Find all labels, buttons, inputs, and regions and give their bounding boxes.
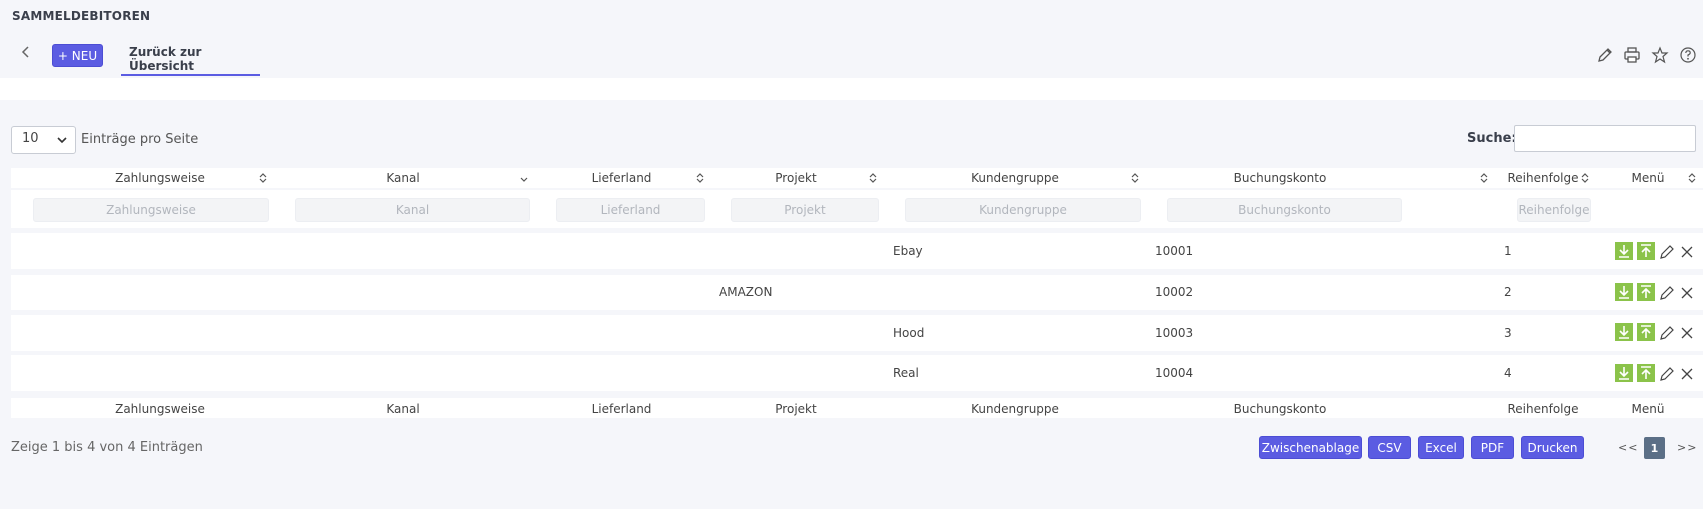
excel-button[interactable]: Excel bbox=[1418, 436, 1464, 459]
back-arrow-icon[interactable] bbox=[18, 44, 34, 60]
col-footer-kundengruppe: Kundengruppe bbox=[971, 402, 1059, 416]
col-header-reihenfolge[interactable]: Reihenfolge bbox=[1498, 171, 1588, 185]
delete-icon[interactable] bbox=[1679, 325, 1695, 341]
move-down-icon[interactable] bbox=[1615, 364, 1633, 382]
help-icon[interactable] bbox=[1679, 46, 1697, 64]
table-row bbox=[11, 315, 1703, 351]
table-row bbox=[11, 355, 1703, 391]
cell-kundengruppe: Ebay bbox=[893, 244, 923, 258]
sort-desc-icon[interactable] bbox=[519, 172, 529, 184]
filter-buchungskonto[interactable]: Buchungskonto bbox=[1167, 198, 1402, 222]
col-footer-kanal: Kanal bbox=[386, 402, 420, 416]
move-down-icon[interactable] bbox=[1615, 242, 1633, 260]
table-info: Zeige 1 bis 4 von 4 Einträgen bbox=[11, 440, 203, 455]
cell-reihenfolge: 2 bbox=[1504, 285, 1512, 299]
col-header-projekt[interactable]: Projekt bbox=[722, 171, 870, 185]
delete-icon[interactable] bbox=[1679, 366, 1695, 382]
filter-projekt[interactable]: Projekt bbox=[731, 198, 879, 222]
col-header-lieferland[interactable]: Lieferland bbox=[549, 171, 694, 185]
sort-icon[interactable] bbox=[695, 172, 705, 184]
sort-icon[interactable] bbox=[1130, 172, 1140, 184]
move-up-icon[interactable] bbox=[1637, 364, 1655, 382]
print-icon[interactable] bbox=[1623, 46, 1641, 64]
print-button[interactable]: Drucken bbox=[1521, 436, 1584, 459]
sort-icon[interactable] bbox=[1580, 172, 1590, 184]
page-length-select[interactable]: 10 bbox=[11, 126, 76, 154]
col-footer-zahlungsweise: Zahlungsweise bbox=[115, 402, 205, 416]
table-row bbox=[11, 233, 1703, 269]
page-length-value: 10 bbox=[22, 131, 39, 146]
cell-kundengruppe: Hood bbox=[893, 326, 925, 340]
page-title: SAMMELDEBITOREN bbox=[12, 9, 151, 23]
filter-zahlungsweise[interactable]: Zahlungsweise bbox=[33, 198, 269, 222]
cell-reihenfolge: 4 bbox=[1504, 366, 1512, 380]
cell-buchungskonto: 10003 bbox=[1155, 326, 1194, 340]
cell-kundengruppe: Real bbox=[893, 366, 919, 380]
cell-reihenfolge: 1 bbox=[1504, 244, 1512, 258]
tab-back-to-overview[interactable]: Zurück zur Übersicht bbox=[121, 35, 260, 76]
col-footer-reihenfolge: Reihenfolge bbox=[1507, 402, 1579, 416]
header-band bbox=[0, 78, 1703, 100]
move-up-icon[interactable] bbox=[1637, 323, 1655, 341]
cell-buchungskonto: 10001 bbox=[1155, 244, 1194, 258]
edit-icon[interactable] bbox=[1596, 46, 1614, 64]
col-footer-buchungskonto: Buchungskonto bbox=[1233, 402, 1327, 416]
pdf-button[interactable]: PDF bbox=[1471, 436, 1514, 459]
edit-icon[interactable] bbox=[1659, 285, 1675, 301]
filter-kanal[interactable]: Kanal bbox=[295, 198, 530, 222]
sort-icon[interactable] bbox=[258, 172, 268, 184]
col-footer-lieferland: Lieferland bbox=[591, 402, 652, 416]
table-row bbox=[11, 275, 1703, 310]
filter-kundengruppe[interactable]: Kundengruppe bbox=[905, 198, 1141, 222]
col-header-menu[interactable]: Menü bbox=[1613, 171, 1683, 185]
filter-lieferland[interactable]: Lieferland bbox=[556, 198, 705, 222]
move-up-icon[interactable] bbox=[1637, 242, 1655, 260]
delete-icon[interactable] bbox=[1679, 285, 1695, 301]
move-down-icon[interactable] bbox=[1615, 323, 1633, 341]
col-header-kanal[interactable]: Kanal bbox=[283, 171, 523, 185]
col-footer-projekt: Projekt bbox=[775, 402, 817, 416]
col-header-buchungskonto[interactable]: Buchungskonto bbox=[1160, 171, 1400, 185]
page-length-label: Einträge pro Seite bbox=[81, 132, 199, 147]
search-label: Suche: bbox=[1467, 131, 1517, 146]
sort-icon[interactable] bbox=[868, 172, 878, 184]
col-header-kundengruppe[interactable]: Kundengruppe bbox=[895, 171, 1135, 185]
pagination-first[interactable]: << bbox=[1618, 441, 1638, 454]
csv-button[interactable]: CSV bbox=[1368, 436, 1411, 459]
edit-icon[interactable] bbox=[1659, 325, 1675, 341]
star-icon[interactable] bbox=[1651, 46, 1669, 64]
new-button[interactable]: + NEU bbox=[52, 44, 103, 67]
pagination-last[interactable]: >> bbox=[1677, 441, 1697, 454]
cell-projekt: AMAZON bbox=[719, 285, 773, 299]
filter-reihenfolge[interactable]: Reihenfolge bbox=[1517, 198, 1591, 222]
sort-icon[interactable] bbox=[1687, 172, 1697, 184]
delete-icon[interactable] bbox=[1679, 244, 1695, 260]
edit-icon[interactable] bbox=[1659, 244, 1675, 260]
sort-icon[interactable] bbox=[1479, 172, 1489, 184]
cell-buchungskonto: 10002 bbox=[1155, 285, 1194, 299]
pagination-page-1[interactable]: 1 bbox=[1644, 437, 1665, 459]
col-footer-menu: Menü bbox=[1631, 402, 1665, 416]
move-up-icon[interactable] bbox=[1637, 283, 1655, 301]
edit-icon[interactable] bbox=[1659, 366, 1675, 382]
cell-buchungskonto: 10004 bbox=[1155, 366, 1194, 380]
search-input[interactable] bbox=[1514, 125, 1696, 152]
col-header-zahlungsweise[interactable]: Zahlungsweise bbox=[40, 171, 280, 185]
clipboard-button[interactable]: Zwischenablage bbox=[1259, 436, 1362, 459]
cell-reihenfolge: 3 bbox=[1504, 326, 1512, 340]
chevron-down-icon bbox=[57, 137, 67, 144]
move-down-icon[interactable] bbox=[1615, 283, 1633, 301]
